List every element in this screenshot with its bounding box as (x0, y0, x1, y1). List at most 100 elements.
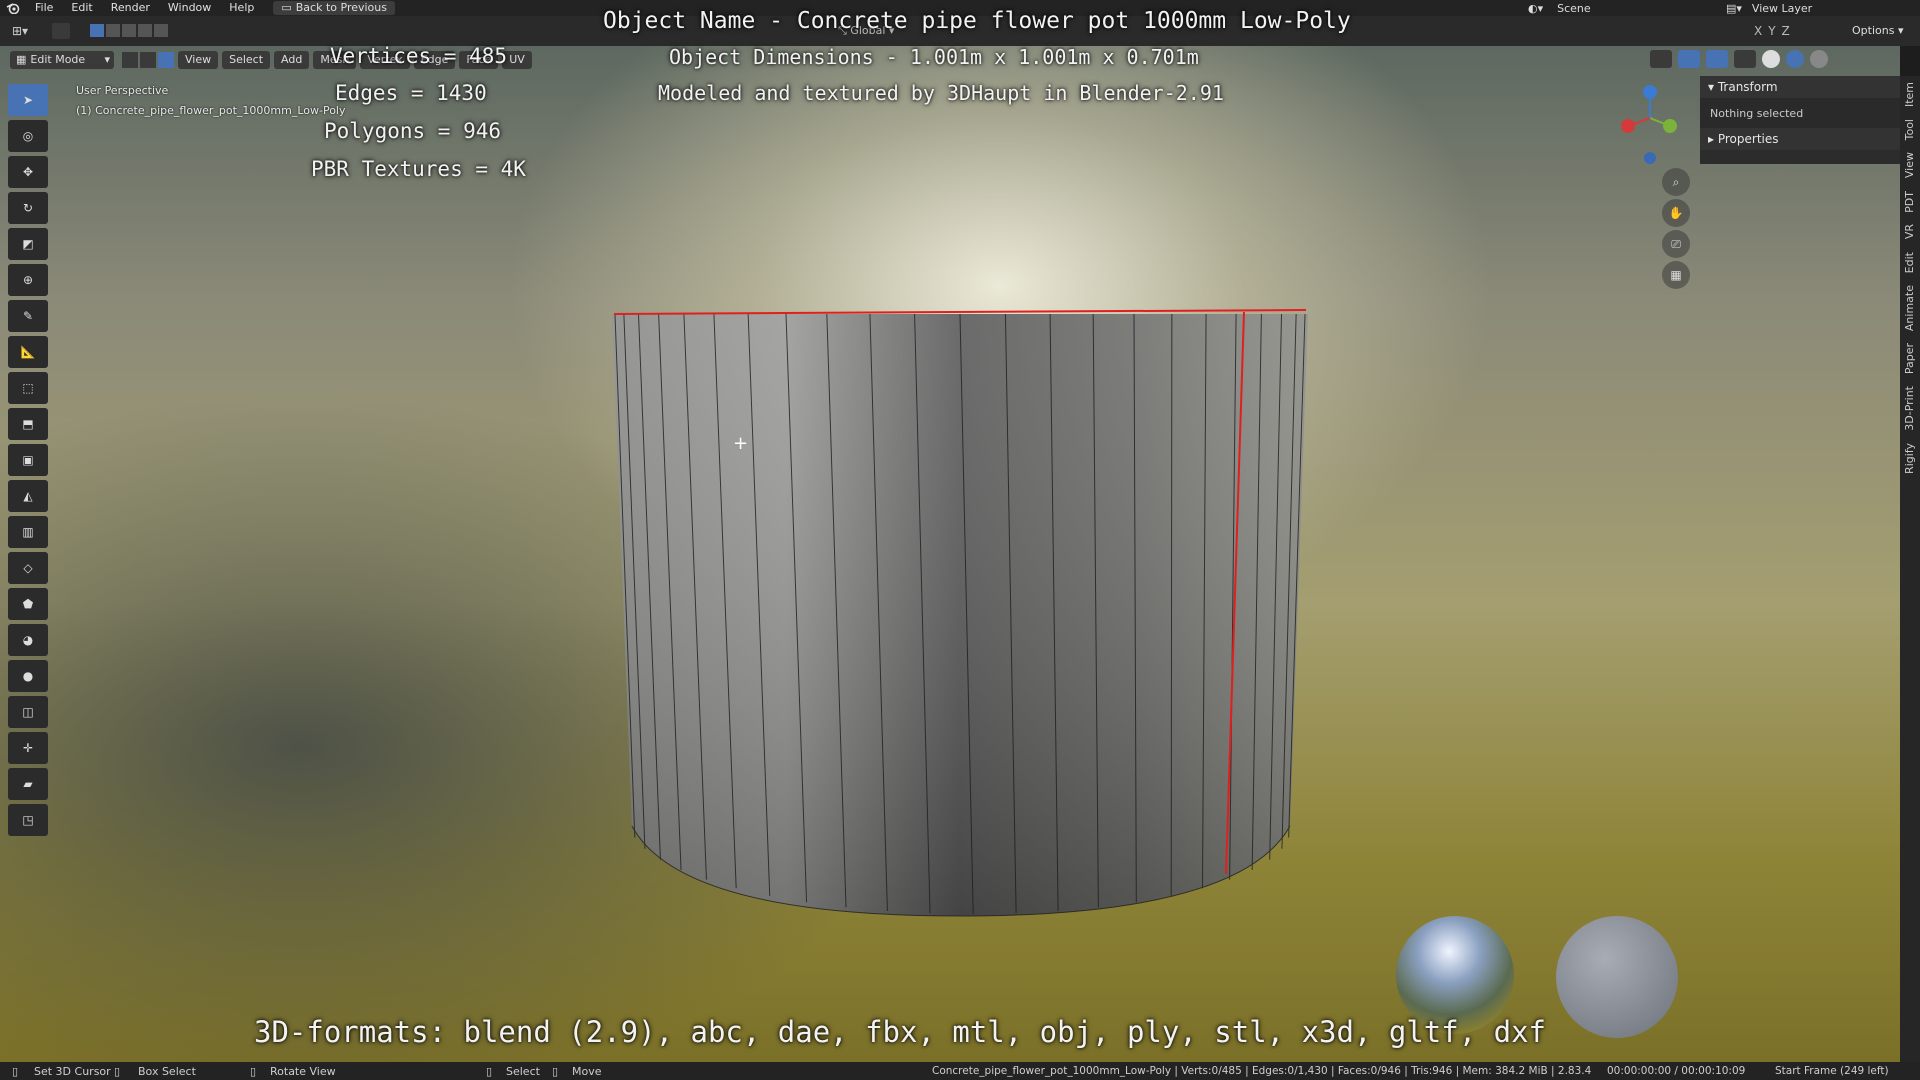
edge-slide-icon: ◫ (22, 705, 34, 719)
overlay-formats: 3D-formats: blend (2.9), abc, dae, fbx, … (254, 1015, 1547, 1049)
status-move: Move (572, 1064, 602, 1078)
menu-file[interactable]: File (26, 0, 62, 16)
transform-tool[interactable]: ⊕ (8, 264, 48, 296)
axis-gizmo[interactable] (1612, 80, 1692, 170)
options-label: Options (1852, 24, 1895, 37)
rotate-tool[interactable]: ↻ (8, 192, 48, 224)
tab-vr[interactable]: VR (1900, 218, 1919, 245)
shrink-fatten-tool[interactable]: ✛ (8, 732, 48, 764)
poly-build-tool[interactable]: ⬟ (8, 588, 48, 620)
shear-tool[interactable]: ▰ (8, 768, 48, 800)
select-menu[interactable]: Select (222, 51, 271, 69)
pot-mesh (612, 309, 1308, 917)
add-cube-tool[interactable]: ⬚ (8, 372, 48, 404)
select-box-tool[interactable]: ➤ (8, 84, 48, 116)
rip-tool[interactable]: ◳ (8, 804, 48, 836)
spin-tool[interactable]: ◕ (8, 624, 48, 656)
bevel-tool[interactable]: ◭ (8, 480, 48, 512)
overlay-title: Object Name - Concrete pipe flower pot 1… (603, 8, 1351, 34)
tab-item[interactable]: Item (1900, 76, 1919, 113)
menu-render[interactable]: Render (102, 0, 159, 16)
menu-help[interactable]: Help (220, 0, 263, 16)
scene-selector[interactable]: ◐▾ Scene (1528, 0, 1591, 16)
options-dropdown[interactable]: Options ▾ (1852, 24, 1903, 37)
mode-selector[interactable]: ▦ Edit Mode ▾ (10, 51, 114, 69)
measure-tool[interactable]: 📐 (8, 336, 48, 368)
nothing-selected-text: Nothing selected (1700, 98, 1900, 128)
poly-build-icon: ⬟ (22, 597, 34, 611)
mode-label: Edit Mode (30, 53, 86, 66)
tab-paper[interactable]: Paper (1900, 337, 1919, 380)
tab-tool[interactable]: Tool (1900, 113, 1919, 146)
knife-tool[interactable]: ◇ (8, 552, 48, 584)
inset-tool[interactable]: ▣ (8, 444, 48, 476)
tab-view[interactable]: View (1900, 146, 1919, 184)
select-tool-icon[interactable] (52, 23, 70, 39)
selection-mode-buttons[interactable] (90, 24, 168, 37)
edge-slide-tool[interactable]: ◫ (8, 696, 48, 728)
back-to-previous-button[interactable]: ▭ Back to Previous (273, 1, 395, 15)
menu-edit[interactable]: Edit (62, 0, 101, 16)
tool-shelf: ➤ ◎ ✥ ↻ ◩ ⊕ ✎ 📐 ⬚ ⬒ ▣ ◭ ▥ ◇ ⬟ ◕ ● ◫ ✛ ▰ … (8, 84, 48, 840)
view-layer-icon: ▤▾ (1726, 1, 1742, 15)
scene-icon: ◐▾ (1528, 1, 1544, 15)
transform-icon: ⊕ (22, 273, 34, 287)
mouse-right-icon: ▯ (552, 1064, 559, 1078)
shear-icon: ▰ (23, 777, 33, 791)
z-axis-icon (1643, 85, 1657, 99)
overlay-credit: Modeled and textured by 3DHaupt in Blend… (658, 81, 1224, 105)
tab-animate[interactable]: Animate (1900, 279, 1919, 337)
mouse-select-icon: ▯ (486, 1064, 493, 1078)
screen-icon: ▭ (281, 1, 292, 14)
overlay-dimensions: Object Dimensions - 1.001m x 1.001m x 0.… (669, 45, 1199, 69)
extrude-tool[interactable]: ⬒ (8, 408, 48, 440)
select-mode-toggles[interactable] (122, 52, 174, 68)
ruler-icon: 📐 (20, 345, 36, 359)
zoom-icon[interactable]: ⌕ (1662, 168, 1690, 196)
pencil-icon: ✎ (22, 309, 34, 323)
perspective-label: User Perspective (76, 84, 169, 97)
move-tool[interactable]: ✥ (8, 156, 48, 188)
scale-tool[interactable]: ◩ (8, 228, 48, 260)
annotate-tool[interactable]: ✎ (8, 300, 48, 332)
camera-icon[interactable]: ⎚ (1662, 230, 1690, 258)
mouse-middle-icon: ▯ (250, 1064, 257, 1078)
sidebar-panel: ▾ Transform Nothing selected ▸ Propertie… (1700, 76, 1900, 164)
menu-window[interactable]: Window (159, 0, 220, 16)
3d-viewport[interactable]: + (0, 46, 1900, 1062)
blender-logo-icon[interactable] (0, 0, 26, 16)
viewport-shading-buttons[interactable] (1650, 50, 1828, 68)
tab-pdt[interactable]: PDT (1900, 185, 1919, 219)
status-bar: ▯ Set 3D Cursor ▯ Box Select ▯ Rotate Vi… (0, 1062, 1920, 1080)
transform-title: Transform (1717, 80, 1778, 94)
mirror-axis-buttons[interactable]: XYZ (1754, 24, 1796, 38)
hand-pan-icon[interactable]: ✋ (1662, 199, 1690, 227)
grid-ortho-icon[interactable]: ▦ (1662, 261, 1690, 289)
loop-cut-tool[interactable]: ▥ (8, 516, 48, 548)
y-axis-icon (1663, 119, 1677, 133)
shrink-fatten-icon: ✛ (22, 741, 34, 755)
tab-rigify[interactable]: Rigify (1900, 437, 1919, 480)
editor-type-icon[interactable]: ⊞▾ (12, 24, 28, 38)
rotate-icon: ↻ (22, 201, 34, 215)
neg-z-axis-icon (1644, 152, 1656, 164)
edit-mode-icon: ▦ (16, 53, 27, 66)
mesh-edge (1170, 313, 1173, 896)
knife-icon: ◇ (23, 561, 33, 575)
tab-edit[interactable]: Edit (1900, 246, 1919, 279)
transform-header[interactable]: ▾ Transform (1700, 76, 1900, 98)
view-layer-selector[interactable]: ▤▾ View Layer (1726, 0, 1812, 16)
scene-name: Scene (1557, 1, 1591, 15)
view-menu[interactable]: View (178, 51, 219, 69)
smooth-tool[interactable]: ● (8, 660, 48, 692)
cursor-tool[interactable]: ◎ (8, 120, 48, 152)
loop-cut-icon: ▥ (22, 525, 34, 539)
back-to-previous-label: Back to Previous (295, 1, 387, 14)
status-rotate-view: Rotate View (270, 1064, 336, 1078)
add-menu[interactable]: Add (274, 51, 310, 69)
properties-header[interactable]: ▸ Properties (1700, 128, 1900, 150)
stat-polygons: Polygons = 946 (324, 119, 502, 143)
spin-icon: ◕ (22, 633, 34, 647)
x-axis-icon (1621, 119, 1635, 133)
tab-3d-print[interactable]: 3D-Print (1900, 380, 1919, 437)
